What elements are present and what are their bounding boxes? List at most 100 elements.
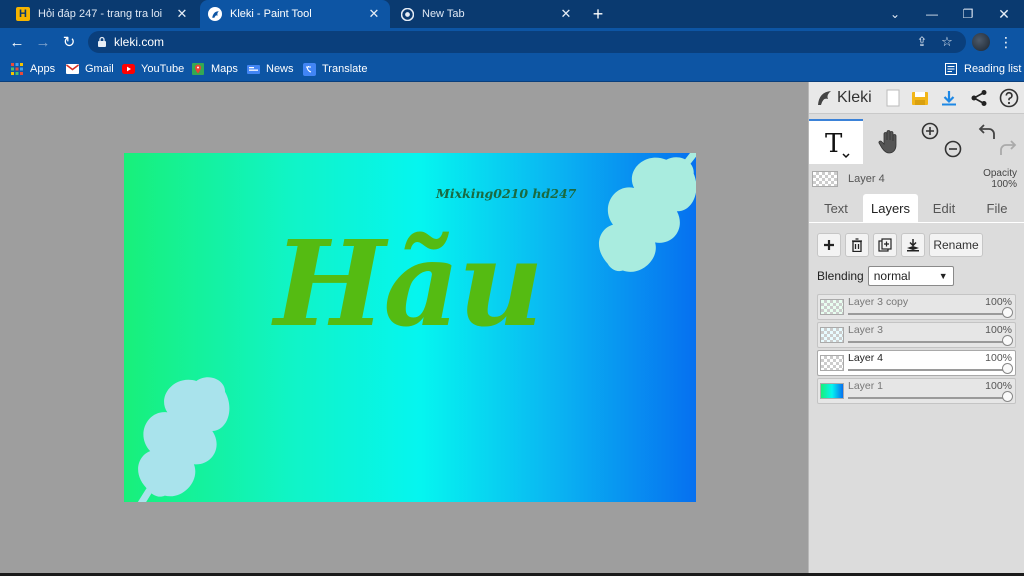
blending-row: Blending normal ▼ (817, 265, 954, 287)
tab-search-chevron-icon[interactable]: ⌄ (877, 0, 913, 28)
bookmark-label: YouTube (141, 63, 185, 75)
layer-item[interactable]: Layer 3 copy 100% (817, 294, 1016, 320)
gmail-icon (65, 62, 79, 76)
kleki-tool-row: T (809, 119, 1024, 164)
share-nodes-icon[interactable] (967, 86, 991, 110)
layer-opacity-knob[interactable] (1002, 363, 1013, 374)
kleki-panel: Kleki T Layer 4 Opacity 100% Text Layers… (808, 82, 1024, 576)
blending-mode-select[interactable]: normal ▼ (867, 266, 954, 286)
share-icon[interactable]: ⇪ (914, 34, 930, 50)
layer-opacity-knob[interactable] (1002, 307, 1013, 318)
bookmarks-bar: Apps Gmail YouTube Maps News Translate R… (0, 56, 1024, 82)
reading-list-icon (944, 62, 958, 76)
merge-down-button[interactable] (901, 233, 925, 257)
hoidap-favicon-icon: H (16, 7, 30, 21)
watermark-text: Mixking0210 hd247 (436, 186, 577, 201)
leaf-top-right (598, 153, 696, 272)
kleki-favicon-icon (208, 7, 222, 21)
opacity-readout: Opacity 100% (983, 168, 1017, 190)
kleki-logo[interactable]: Kleki (815, 87, 872, 109)
delete-layer-button[interactable] (845, 233, 869, 257)
svg-text:T: T (825, 129, 843, 159)
back-arrow-icon[interactable]: ← (7, 32, 27, 52)
layer-opacity-knob[interactable] (1002, 391, 1013, 402)
browser-tab-strip: H Hỏi đáp 247 - trang tra loi ✕ Kleki - … (0, 0, 1024, 28)
blending-label: Blending (817, 269, 864, 283)
layer-opacity-slider[interactable] (848, 397, 1008, 399)
menu-dots-icon[interactable]: ⋮ (998, 33, 1014, 51)
restore-icon[interactable]: ❐ (950, 0, 986, 28)
layer-opacity-knob[interactable] (1002, 335, 1013, 346)
layer-opacity-slider[interactable] (848, 313, 1008, 315)
blending-mode-value: normal (873, 269, 911, 283)
tab-text[interactable]: Text (813, 194, 859, 222)
zoom-out-icon[interactable] (942, 137, 964, 161)
rename-layer-button[interactable]: Rename (929, 233, 983, 257)
add-layer-button[interactable] (817, 233, 841, 257)
layer-name: Layer 3 (848, 324, 884, 336)
layer-thumbnail (820, 383, 844, 399)
tab-close-icon[interactable]: ✕ (366, 6, 382, 22)
bookmark-apps[interactable]: Apps (10, 61, 55, 77)
opacity-value: 100% (991, 179, 1017, 190)
drawing-canvas[interactable]: Mixking0210 hd247 Hãu (124, 153, 696, 502)
save-icon[interactable] (908, 86, 932, 110)
help-icon[interactable] (997, 86, 1021, 110)
new-tab-plus-icon[interactable]: + (588, 4, 608, 24)
new-image-icon[interactable] (881, 86, 905, 110)
tab-close-icon[interactable]: ✕ (558, 6, 574, 22)
tab-label: New Tab (422, 8, 465, 20)
tab-file[interactable]: File (974, 194, 1020, 222)
translate-icon (302, 62, 316, 76)
window-close-icon[interactable]: ✕ (986, 0, 1022, 28)
bookmark-star-icon[interactable]: ☆ (939, 34, 955, 50)
layer-item-selected[interactable]: Layer 4 100% (817, 350, 1016, 376)
duplicate-layer-button[interactable] (873, 233, 897, 257)
hand-icon (878, 129, 897, 153)
kleki-top-bar: Kleki (809, 82, 1024, 114)
zoom-in-icon[interactable] (919, 119, 941, 143)
layers-panel: Rename Blending normal ▼ Layer 3 copy 10… (809, 222, 1024, 576)
tab-new-tab[interactable]: New Tab ✕ (392, 0, 582, 28)
layer-item[interactable]: Layer 1 100% (817, 378, 1016, 404)
text-tool-button[interactable]: T (809, 119, 863, 164)
hand-tool-button[interactable] (869, 119, 909, 164)
tab-kleki[interactable]: Kleki - Paint Tool ✕ (200, 0, 390, 28)
bookmark-translate[interactable]: Translate (302, 61, 367, 77)
bookmark-gmail[interactable]: Gmail (65, 61, 114, 77)
merge-down-icon (907, 239, 919, 252)
minimize-icon[interactable]: — (914, 0, 950, 28)
tab-label: Kleki - Paint Tool (230, 8, 312, 20)
bookmark-label: Apps (30, 63, 56, 75)
bookmark-maps[interactable]: Maps (191, 61, 238, 77)
text-tool-icon: T (825, 129, 850, 159)
undo-icon[interactable] (976, 119, 998, 145)
bookmark-news[interactable]: News (246, 61, 294, 77)
kleki-logo-icon (818, 91, 831, 105)
layer-opacity-slider[interactable] (848, 369, 1008, 371)
tab-hoidap247[interactable]: H Hỏi đáp 247 - trang tra loi ✕ (8, 0, 198, 28)
tab-edit[interactable]: Edit (922, 194, 966, 222)
forward-arrow-icon[interactable]: → (33, 32, 53, 52)
download-icon[interactable] (937, 86, 961, 110)
bookmark-label: News (266, 63, 294, 75)
layer-item[interactable]: Layer 3 100% (817, 322, 1016, 348)
tab-layers[interactable]: Layers (863, 194, 918, 222)
bookmark-youtube[interactable]: YouTube (121, 61, 184, 77)
current-layer-name: Layer 4 (848, 173, 885, 185)
tab-close-icon[interactable]: ✕ (174, 6, 190, 22)
opacity-label: Opacity (983, 168, 1017, 179)
reload-icon[interactable]: ↻ (59, 32, 79, 52)
kleki-panel-tabs: Text Layers Edit File (809, 194, 1024, 222)
kleki-logo-text: Kleki (837, 89, 872, 106)
address-bar[interactable]: kleki.com ⇪ ☆ (88, 31, 966, 53)
apps-grid-icon (10, 62, 24, 76)
layer-opacity-slider[interactable] (848, 341, 1008, 343)
reading-list-label: Reading list (964, 63, 1022, 75)
reading-list-button[interactable]: Reading list (944, 61, 1021, 77)
current-layer-info: Layer 4 Opacity 100% (809, 168, 1024, 192)
redo-icon[interactable] (997, 135, 1019, 161)
profile-avatar[interactable] (972, 33, 990, 51)
current-layer-thumbnail (812, 171, 838, 187)
maps-pin-icon (191, 62, 205, 76)
